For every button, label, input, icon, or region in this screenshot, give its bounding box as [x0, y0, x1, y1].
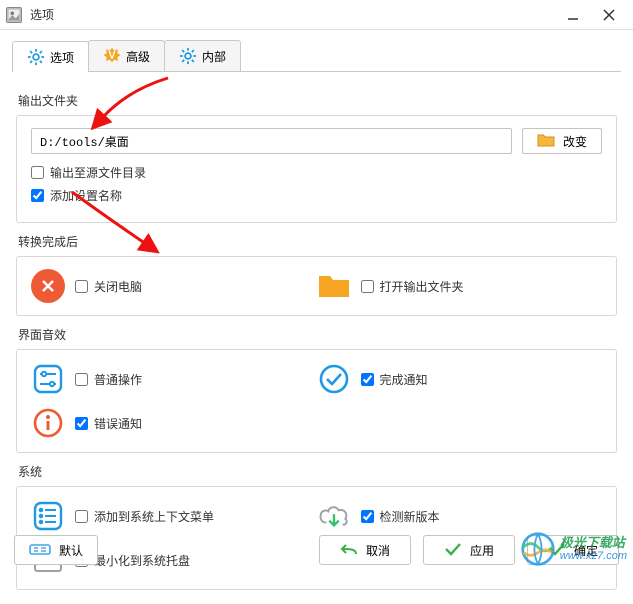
checkbox-input[interactable]: [75, 280, 88, 293]
section-title-sound: 界面音效: [18, 326, 617, 343]
checkbox-label: 添加到系统上下文菜单: [94, 508, 214, 525]
tab-bar: 选项 V 高级 内部: [12, 40, 621, 72]
ok-button[interactable]: 确定: [527, 535, 619, 565]
checkbox-label: 检测新版本: [380, 508, 440, 525]
group-sound: 普通操作 完成通知: [16, 349, 617, 453]
defaults-button[interactable]: 默认: [14, 535, 98, 565]
reset-icon: [29, 542, 51, 559]
tab-label: 高级: [126, 48, 150, 65]
section-title-after: 转换完成后: [18, 233, 617, 250]
button-label: 应用: [470, 542, 494, 559]
folder-icon: [537, 133, 555, 150]
checkbox-input[interactable]: [75, 373, 88, 386]
app-icon: [6, 7, 22, 23]
folder-open-icon: [317, 272, 351, 300]
checkbox-label: 输出至源文件目录: [50, 164, 146, 181]
checkbox-label: 错误通知: [94, 415, 142, 432]
tab-internal[interactable]: 内部: [164, 40, 241, 71]
info-circle-icon: [31, 406, 65, 440]
checkbox-error-notice[interactable]: 错误通知: [75, 415, 142, 432]
gear-icon: [27, 48, 45, 66]
svg-text:V: V: [108, 49, 116, 61]
checkbox-complete-notice[interactable]: 完成通知: [361, 371, 428, 388]
checkbox-output-to-source[interactable]: 输出至源文件目录: [31, 164, 602, 181]
list-icon: [31, 499, 65, 533]
checkbox-label: 关闭电脑: [94, 278, 142, 295]
cancel-button[interactable]: 取消: [319, 535, 411, 565]
checkbox-input[interactable]: [361, 510, 374, 523]
button-label: 取消: [366, 542, 390, 559]
checkbox-context-menu[interactable]: 添加到系统上下文菜单: [75, 508, 214, 525]
checkbox-input[interactable]: [361, 373, 374, 386]
checkbox-input[interactable]: [31, 189, 44, 202]
check-circle-icon: [317, 362, 351, 396]
close-circle-icon: [31, 269, 65, 303]
tab-options[interactable]: 选项: [12, 41, 89, 72]
tab-advanced[interactable]: V 高级: [88, 40, 165, 71]
checkbox-input[interactable]: [31, 166, 44, 179]
checkbox-input[interactable]: [75, 417, 88, 430]
checkbox-input[interactable]: [75, 510, 88, 523]
group-after: 关闭电脑 打开输出文件夹: [16, 256, 617, 316]
button-label: 改变: [563, 133, 587, 150]
close-button[interactable]: [591, 1, 627, 29]
checkbox-add-preset-name[interactable]: 添加设置名称: [31, 187, 602, 204]
group-output: 改变 输出至源文件目录 添加设置名称: [16, 115, 617, 223]
change-folder-button[interactable]: 改变: [522, 128, 602, 154]
apply-button[interactable]: 应用: [423, 535, 515, 565]
output-path-input[interactable]: [31, 128, 512, 154]
button-label: 确定: [574, 542, 598, 559]
sliders-icon: [31, 362, 65, 396]
checkbox-label: 打开输出文件夹: [380, 278, 464, 295]
checkbox-normal-op[interactable]: 普通操作: [75, 371, 142, 388]
window-title: 选项: [30, 6, 555, 23]
titlebar: 选项: [0, 0, 633, 30]
cloud-download-icon: [317, 499, 351, 533]
badge-icon: V: [103, 47, 121, 65]
undo-icon: [340, 542, 358, 559]
dialog-buttons: 默认 取消 应用 确定: [0, 535, 633, 565]
gear-icon: [179, 47, 197, 65]
checkbox-open-output[interactable]: 打开输出文件夹: [361, 278, 464, 295]
section-title-output: 输出文件夹: [18, 92, 617, 109]
checkbox-label: 添加设置名称: [50, 187, 122, 204]
check-icon: [444, 542, 462, 559]
section-title-system: 系统: [18, 463, 617, 480]
tab-label: 内部: [202, 48, 226, 65]
minimize-button[interactable]: [555, 1, 591, 29]
tab-label: 选项: [50, 49, 74, 66]
checkbox-shutdown[interactable]: 关闭电脑: [75, 278, 142, 295]
check-icon: [548, 542, 566, 559]
checkbox-check-update[interactable]: 检测新版本: [361, 508, 440, 525]
checkbox-label: 普通操作: [94, 371, 142, 388]
checkbox-label: 完成通知: [380, 371, 428, 388]
button-label: 默认: [59, 542, 83, 559]
checkbox-input[interactable]: [361, 280, 374, 293]
